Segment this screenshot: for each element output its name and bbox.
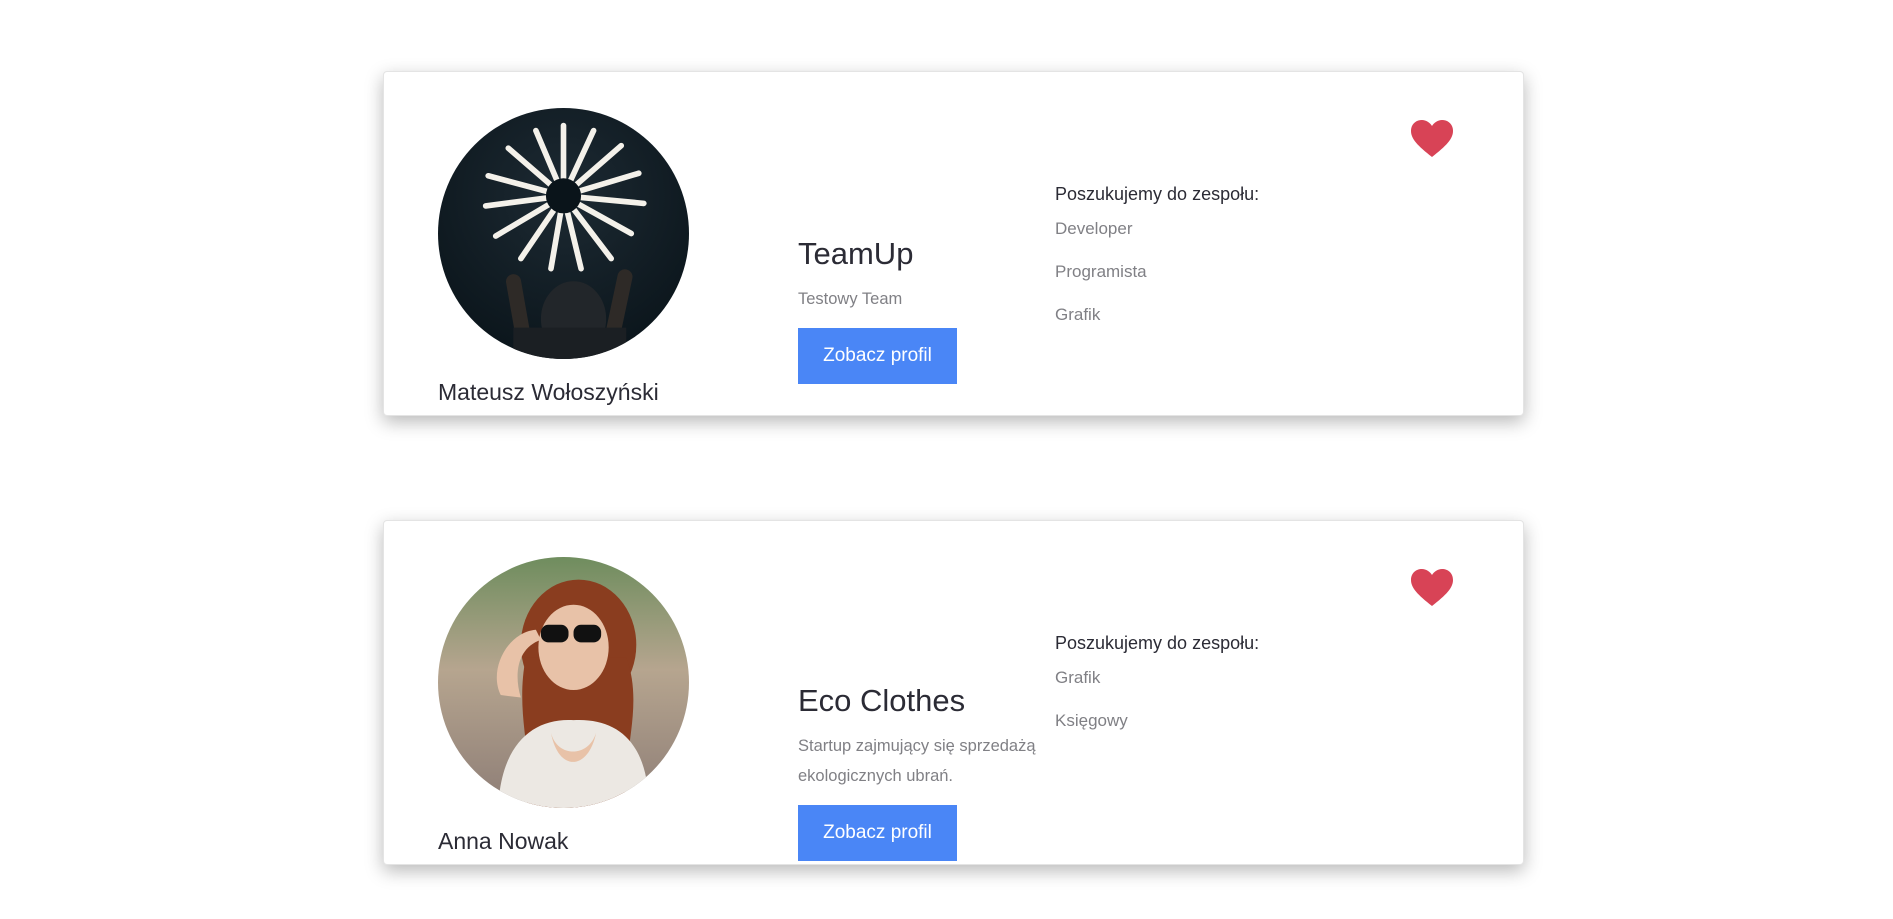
- team-info: Eco Clothes Startup zajmujący się sprzed…: [798, 683, 1058, 861]
- owner-name: Mateusz Wołoszyński: [438, 379, 659, 405]
- role-item: Developer: [1055, 219, 1133, 238]
- fireworks-photo-icon: [438, 108, 689, 359]
- wanted-roles: Poszukujemy do zespołu: Grafik Księgowy: [1055, 633, 1375, 750]
- team-list: Mateusz Wołoszyński TeamUp Testowy Team …: [0, 0, 1893, 919]
- owner-avatar: [438, 557, 689, 808]
- team-info: TeamUp Testowy Team Zobacz profil: [798, 236, 1058, 384]
- role-item: Księgowy: [1055, 711, 1128, 730]
- team-name: TeamUp: [798, 236, 914, 271]
- team-description: Startup zajmujący się sprzedażą ekologic…: [798, 737, 1036, 785]
- team-card: Anna Nowak Eco Clothes Startup zajmujący…: [383, 520, 1524, 865]
- owner-name: Anna Nowak: [438, 828, 569, 854]
- view-profile-button[interactable]: Zobacz profil: [798, 328, 957, 384]
- owner-avatar: [438, 108, 689, 359]
- team-description: Testowy Team: [798, 290, 903, 308]
- wanted-roles-title: Poszukujemy do zespołu:: [1055, 184, 1260, 204]
- wanted-roles-title: Poszukujemy do zespołu:: [1055, 633, 1260, 653]
- team-name: Eco Clothes: [798, 683, 966, 718]
- heart-icon[interactable]: [1411, 120, 1453, 158]
- wanted-roles: Poszukujemy do zespołu: Developer Progra…: [1055, 184, 1375, 344]
- heart-icon[interactable]: [1411, 569, 1453, 607]
- role-item: Programista: [1055, 262, 1147, 281]
- view-profile-button[interactable]: Zobacz profil: [798, 805, 957, 861]
- role-item: Grafik: [1055, 305, 1101, 324]
- woman-photo-icon: [438, 557, 689, 808]
- role-item: Grafik: [1055, 668, 1101, 687]
- team-card: Mateusz Wołoszyński TeamUp Testowy Team …: [383, 71, 1524, 416]
